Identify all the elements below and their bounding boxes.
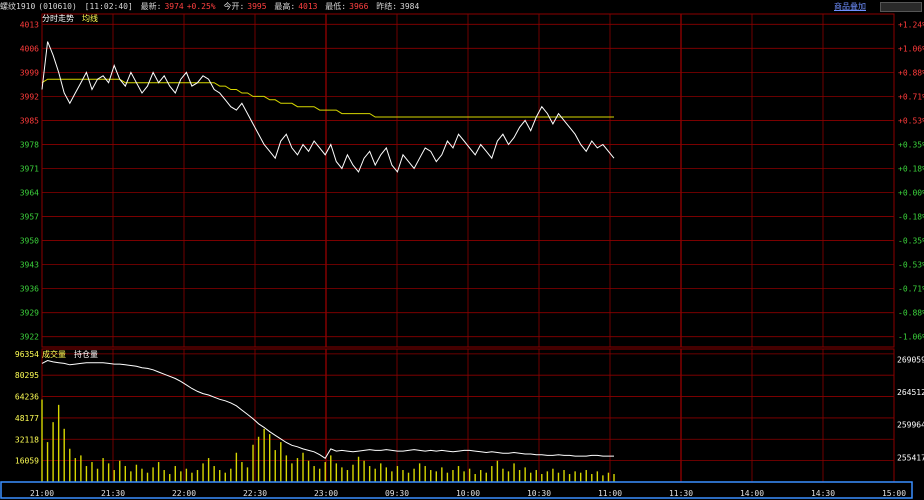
time-tick-label: 23:00 bbox=[314, 489, 338, 498]
percent-tick-label: +0.35% bbox=[898, 140, 924, 149]
price-tick-label: 3936 bbox=[20, 285, 39, 294]
price-line bbox=[41, 41, 615, 173]
price-tick-label: 4013 bbox=[20, 20, 39, 29]
price-tick-label: 3985 bbox=[20, 116, 39, 125]
time-tick-label: 14:00 bbox=[740, 489, 764, 498]
percent-axis-right: +1.24% +1.06% +0.88% +0.71% +0.53% +0.35% +0.1… bbox=[898, 20, 924, 341]
volume-tick-label: 16059 bbox=[15, 457, 39, 466]
price-tick-label: 3950 bbox=[20, 237, 39, 246]
price-tick-label: 3971 bbox=[20, 164, 39, 173]
legend-oi-label: 持仓量 bbox=[74, 349, 98, 359]
percent-tick-label: -0.71% bbox=[898, 285, 924, 294]
price-tick-label: 3957 bbox=[20, 213, 39, 222]
price-tick-label: 3964 bbox=[20, 189, 39, 198]
percent-tick-label: +1.24% bbox=[898, 20, 924, 29]
price-tick-label: 3929 bbox=[20, 309, 39, 318]
volume-axis-left: 96354 80295 64236 48177 32118 16059 bbox=[15, 350, 39, 466]
legend-avg-label: 均线 bbox=[82, 13, 98, 23]
volume-tick-label: 48177 bbox=[15, 414, 39, 423]
time-axis: 21:00 21:30 22:00 22:30 23:00 09:30 10:00 10:30… bbox=[0, 481, 913, 499]
price-tick-label: 3943 bbox=[20, 261, 39, 270]
percent-tick-label: +1.06% bbox=[898, 44, 924, 53]
time-tick-label: 10:30 bbox=[527, 489, 551, 498]
volume-tick-label: 32118 bbox=[15, 435, 39, 444]
time-tick-label: 21:00 bbox=[30, 489, 54, 498]
intraday-chart: 4013 4006 3999 3992 3985 3978 3971 3964 3957 3950… bbox=[0, 13, 924, 499]
percent-tick-label: -0.18% bbox=[898, 213, 924, 222]
percent-tick-label: +0.53% bbox=[898, 116, 924, 125]
price-tick-label: 3999 bbox=[20, 68, 39, 77]
open-interest-tick-label: 2690598 bbox=[897, 355, 924, 364]
percent-tick-label: -0.88% bbox=[898, 309, 924, 318]
price-tick-label: 3978 bbox=[20, 140, 39, 149]
time-tick-label: 11:30 bbox=[669, 489, 693, 498]
time-tick-label: 15:00 bbox=[882, 489, 906, 498]
time-tick-label: 10:00 bbox=[456, 489, 480, 498]
chart-grid bbox=[41, 13, 895, 483]
open-interest-tick-label: 2645122 bbox=[897, 388, 924, 397]
volume-tick-label: 64236 bbox=[15, 393, 39, 402]
chart-legends: 分时走势 均线 成交量 持仓量 bbox=[42, 13, 98, 359]
time-tick-label: 21:30 bbox=[101, 489, 125, 498]
price-tick-label: 3922 bbox=[20, 333, 39, 342]
time-tick-label: 11:00 bbox=[598, 489, 622, 498]
price-tick-label: 4006 bbox=[20, 44, 39, 53]
time-tick-label: 22:30 bbox=[243, 489, 267, 498]
volume-tick-label: 80295 bbox=[15, 371, 39, 380]
time-tick-label: 22:00 bbox=[172, 489, 196, 498]
volume-tick-label: 96354 bbox=[15, 350, 39, 359]
percent-tick-label: -1.06% bbox=[898, 333, 924, 342]
time-tick-label: 09:30 bbox=[385, 489, 409, 498]
percent-tick-label: +0.88% bbox=[898, 68, 924, 77]
percent-tick-label: -0.53% bbox=[898, 261, 924, 270]
open-interest-tick-label: 2599646 bbox=[897, 421, 924, 430]
percent-tick-label: +0.00% bbox=[898, 189, 924, 198]
price-axis-left: 4013 4006 3999 3992 3985 3978 3971 3964 3957 3950… bbox=[20, 20, 39, 341]
percent-tick-label: -0.35% bbox=[898, 237, 924, 246]
average-price-line bbox=[41, 78, 614, 118]
chart-lines bbox=[41, 41, 615, 460]
percent-tick-label: +0.71% bbox=[898, 92, 924, 101]
open-interest-tick-label: 2554170 bbox=[897, 453, 924, 462]
open-interest-axis-right: 2690598 2645122 2599646 2554170 bbox=[897, 355, 924, 462]
time-tick-label: 14:30 bbox=[811, 489, 835, 498]
price-tick-label: 3992 bbox=[20, 92, 39, 101]
volume-bars bbox=[41, 399, 615, 482]
legend-volume-label: 成交量 bbox=[42, 349, 66, 359]
legend-price-label: 分时走势 bbox=[42, 13, 74, 23]
percent-tick-label: +0.18% bbox=[898, 164, 924, 173]
